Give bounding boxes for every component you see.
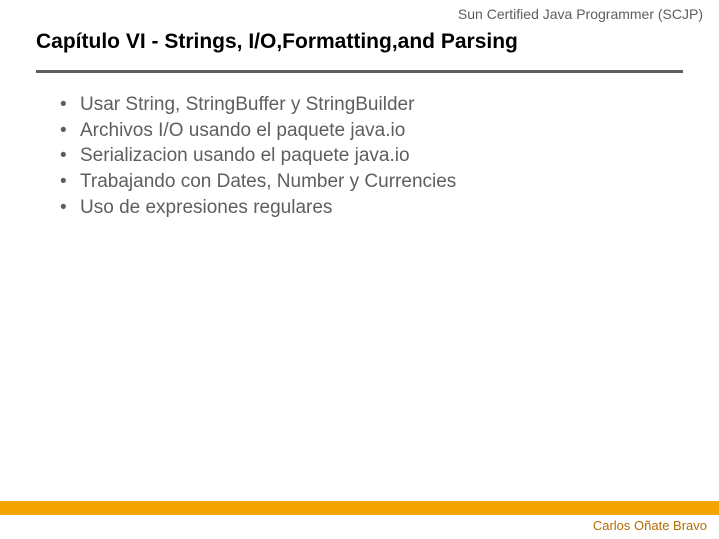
footer-bar (0, 501, 719, 515)
list-item: Archivos I/O usando el paquete java.io (60, 118, 456, 144)
bullet-list: Usar String, StringBuffer y StringBuilde… (60, 92, 456, 220)
list-item: Uso de expresiones regulares (60, 195, 456, 221)
list-item: Usar String, StringBuffer y StringBuilde… (60, 92, 456, 118)
page-title: Capítulo VI - Strings, I/O,Formatting,an… (36, 30, 518, 54)
title-divider (36, 70, 683, 73)
footer-author: Carlos Oñate Bravo (593, 518, 707, 533)
header-label: Sun Certified Java Programmer (SCJP) (458, 6, 703, 22)
list-item: Trabajando con Dates, Number y Currencie… (60, 169, 456, 195)
list-item: Serializacion usando el paquete java.io (60, 143, 456, 169)
